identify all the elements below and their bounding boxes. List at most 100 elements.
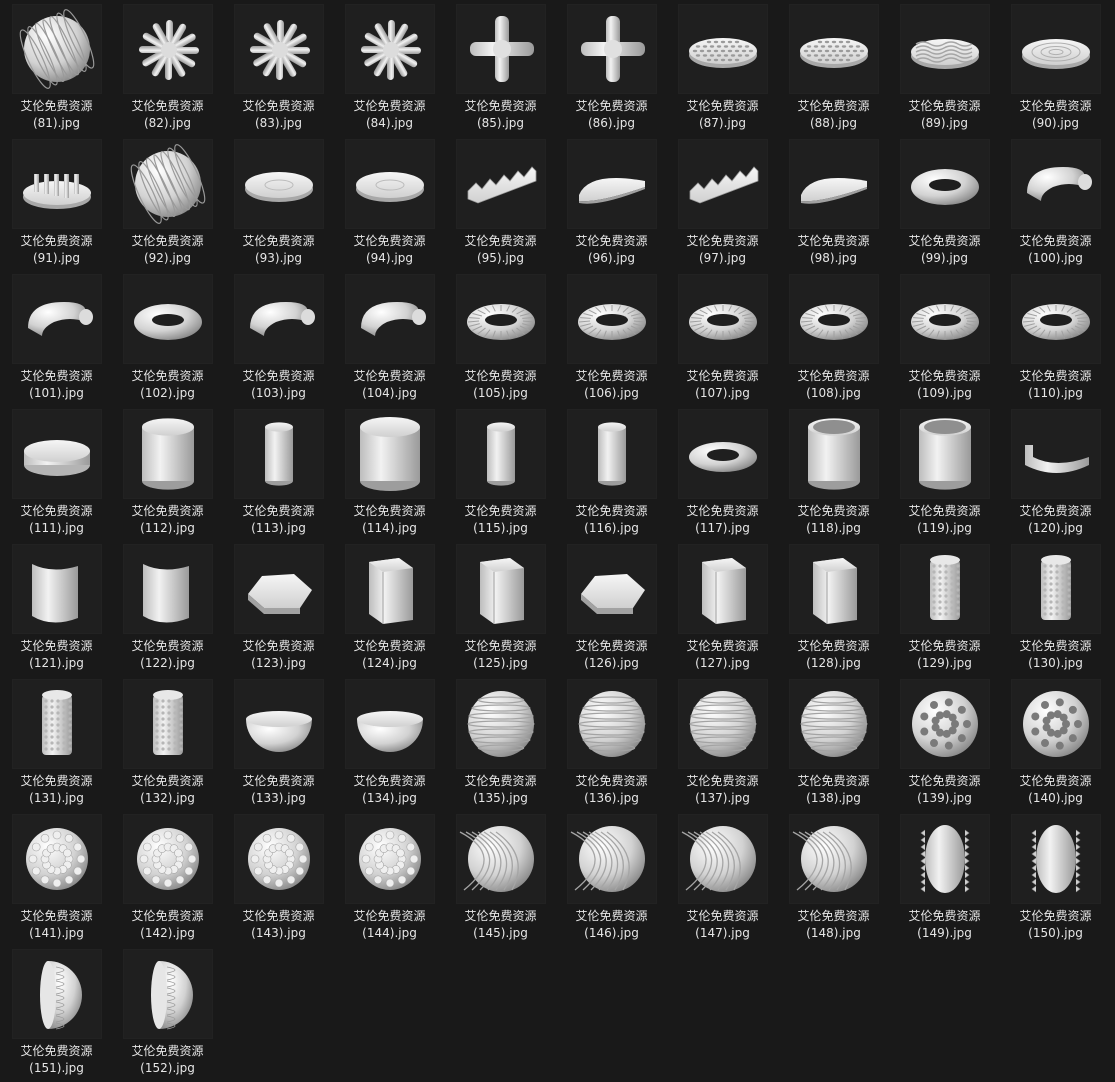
thumbnail — [455, 4, 546, 94]
file-item[interactable]: 艾伦免费资源 (137).jpg — [667, 677, 778, 812]
file-item[interactable]: 艾伦免费资源 (126).jpg — [556, 542, 667, 677]
file-item[interactable]: 艾伦免费资源 (142).jpg — [112, 812, 223, 947]
file-item[interactable]: 艾伦免费资源 (112).jpg — [112, 407, 223, 542]
file-name-line-1: 艾伦免费资源 — [242, 504, 315, 518]
file-item[interactable]: 艾伦免费资源 (117).jpg — [667, 407, 778, 542]
file-item[interactable]: 艾伦免费资源 (97).jpg — [667, 137, 778, 272]
file-item[interactable]: 艾伦免费资源 (120).jpg — [1000, 407, 1111, 542]
thumbnail — [899, 679, 990, 769]
file-item[interactable]: 艾伦免费资源 (143).jpg — [223, 812, 334, 947]
thumbnail — [1010, 409, 1101, 499]
file-item[interactable]: 艾伦免费资源 (84).jpg — [334, 2, 445, 137]
file-name-line-2: (129).jpg — [917, 656, 972, 670]
file-item[interactable]: 艾伦免费资源 (106).jpg — [556, 272, 667, 407]
file-item[interactable]: 艾伦免费资源 (113).jpg — [223, 407, 334, 542]
file-item[interactable]: 艾伦免费资源 (104).jpg — [334, 272, 445, 407]
file-name-line-1: 艾伦免费资源 — [464, 234, 537, 248]
file-item[interactable]: 艾伦免费资源 (124).jpg — [334, 542, 445, 677]
half-cylinder-icon — [359, 417, 420, 491]
file-item[interactable]: 艾伦免费资源 (86).jpg — [556, 2, 667, 137]
file-item[interactable]: 艾伦免费资源 (114).jpg — [334, 407, 445, 542]
file-item[interactable]: 艾伦免费资源 (131).jpg — [1, 677, 112, 812]
file-item[interactable]: 艾伦免费资源 (89).jpg — [889, 2, 1000, 137]
thumbnail — [566, 274, 657, 364]
file-item[interactable]: 艾伦免费资源 (87).jpg — [667, 2, 778, 137]
banded-sphere-icon — [577, 691, 646, 757]
thumbnail — [1010, 544, 1101, 634]
file-item[interactable]: 艾伦免费资源 (121).jpg — [1, 542, 112, 677]
file-item[interactable]: 艾伦免费资源 (96).jpg — [556, 137, 667, 272]
curved-panel-icon — [142, 564, 189, 623]
file-item[interactable]: 艾伦免费资源 (132).jpg — [112, 677, 223, 812]
file-item[interactable]: 艾伦免费资源 (128).jpg — [778, 542, 889, 677]
file-name: 艾伦免费资源 (129).jpg — [893, 638, 997, 672]
file-item[interactable]: 艾伦免费资源 (127).jpg — [667, 542, 778, 677]
file-item[interactable]: 艾伦免费资源 (123).jpg — [223, 542, 334, 677]
file-item[interactable]: 艾伦免费资源 (108).jpg — [778, 272, 889, 407]
file-item[interactable]: 艾伦免费资源 (82).jpg — [112, 2, 223, 137]
file-name-line-1: 艾伦免费资源 — [575, 909, 648, 923]
file-name: 艾伦免费资源 (103).jpg — [227, 368, 331, 402]
file-item[interactable]: 艾伦免费资源 (135).jpg — [445, 677, 556, 812]
file-item[interactable]: 艾伦免费资源 (92).jpg — [112, 137, 223, 272]
thumbnail — [122, 679, 213, 769]
file-item[interactable]: 艾伦免费资源 (90).jpg — [1000, 2, 1111, 137]
file-item[interactable]: 艾伦免费资源 (105).jpg — [445, 272, 556, 407]
file-item[interactable]: 艾伦免费资源 (107).jpg — [667, 272, 778, 407]
file-item[interactable]: 艾伦免费资源 (91).jpg — [1, 137, 112, 272]
file-name-line-2: (138).jpg — [806, 791, 861, 805]
file-item[interactable]: 艾伦免费资源 (139).jpg — [889, 677, 1000, 812]
file-item[interactable]: 艾伦免费资源 (101).jpg — [1, 272, 112, 407]
banded-sphere-icon — [466, 691, 535, 757]
file-item[interactable]: 艾伦免费资源 (110).jpg — [1000, 272, 1111, 407]
file-name-line-2: (123).jpg — [251, 656, 306, 670]
file-item[interactable]: 艾伦免费资源 (98).jpg — [778, 137, 889, 272]
file-name-line-2: (135).jpg — [473, 791, 528, 805]
file-item[interactable]: 艾伦免费资源 (81).jpg — [1, 2, 112, 137]
file-item[interactable]: 艾伦免费资源 (138).jpg — [778, 677, 889, 812]
file-item[interactable]: 艾伦免费资源 (116).jpg — [556, 407, 667, 542]
file-item[interactable]: 艾伦免费资源 (129).jpg — [889, 542, 1000, 677]
file-item[interactable]: 艾伦免费资源 (103).jpg — [223, 272, 334, 407]
hex-prism-icon — [368, 558, 413, 624]
file-name: 艾伦免费资源 (132).jpg — [116, 773, 220, 807]
file-item[interactable]: 艾伦免费资源 (109).jpg — [889, 272, 1000, 407]
file-item[interactable]: 艾伦免费资源 (88).jpg — [778, 2, 889, 137]
file-item[interactable]: 艾伦免费资源 (102).jpg — [112, 272, 223, 407]
file-item[interactable]: 艾伦免费资源 (85).jpg — [445, 2, 556, 137]
file-item[interactable]: 艾伦免费资源 (134).jpg — [334, 677, 445, 812]
file-item[interactable]: 艾伦免费资源 (151).jpg — [1, 947, 112, 1082]
file-item[interactable]: 艾伦免费资源 (125).jpg — [445, 542, 556, 677]
file-item[interactable]: 艾伦免费资源 (144).jpg — [334, 812, 445, 947]
file-name-line-2: (108).jpg — [806, 386, 861, 400]
file-item[interactable]: 艾伦免费资源 (152).jpg — [112, 947, 223, 1082]
file-name-line-2: (132).jpg — [140, 791, 195, 805]
file-item[interactable]: 艾伦免费资源 (145).jpg — [445, 812, 556, 947]
dotted-cylinder-icon — [929, 555, 960, 620]
file-item[interactable]: 艾伦免费资源 (141).jpg — [1, 812, 112, 947]
file-item[interactable]: 艾伦免费资源 (122).jpg — [112, 542, 223, 677]
file-item[interactable]: 艾伦免费资源 (118).jpg — [778, 407, 889, 542]
file-item[interactable]: 艾伦免费资源 (136).jpg — [556, 677, 667, 812]
file-item[interactable]: 艾伦免费资源 (146).jpg — [556, 812, 667, 947]
file-item[interactable]: 艾伦免费资源 (149).jpg — [889, 812, 1000, 947]
file-item[interactable]: 艾伦免费资源 (147).jpg — [667, 812, 778, 947]
file-item[interactable]: 艾伦免费资源 (148).jpg — [778, 812, 889, 947]
file-name-line-2: (117).jpg — [695, 521, 750, 535]
file-item[interactable]: 艾伦免费资源 (133).jpg — [223, 677, 334, 812]
file-item[interactable]: 艾伦免费资源 (119).jpg — [889, 407, 1000, 542]
file-item[interactable]: 艾伦免费资源 (140).jpg — [1000, 677, 1111, 812]
file-item[interactable]: 艾伦免费资源 (99).jpg — [889, 137, 1000, 272]
file-item[interactable]: 艾伦免费资源 (100).jpg — [1000, 137, 1111, 272]
file-item[interactable]: 艾伦免费资源 (94).jpg — [334, 137, 445, 272]
file-item[interactable]: 艾伦免费资源 (150).jpg — [1000, 812, 1111, 947]
pipe-cross-icon — [580, 16, 645, 82]
file-name-line-1: 艾伦免费资源 — [131, 504, 204, 518]
thick-ring-icon — [688, 442, 757, 472]
file-item[interactable]: 艾伦免费资源 (111).jpg — [1, 407, 112, 542]
file-item[interactable]: 艾伦免费资源 (93).jpg — [223, 137, 334, 272]
file-item[interactable]: 艾伦免费资源 (130).jpg — [1000, 542, 1111, 677]
file-item[interactable]: 艾伦免费资源 (115).jpg — [445, 407, 556, 542]
file-item[interactable]: 艾伦免费资源 (83).jpg — [223, 2, 334, 137]
file-item[interactable]: 艾伦免费资源 (95).jpg — [445, 137, 556, 272]
